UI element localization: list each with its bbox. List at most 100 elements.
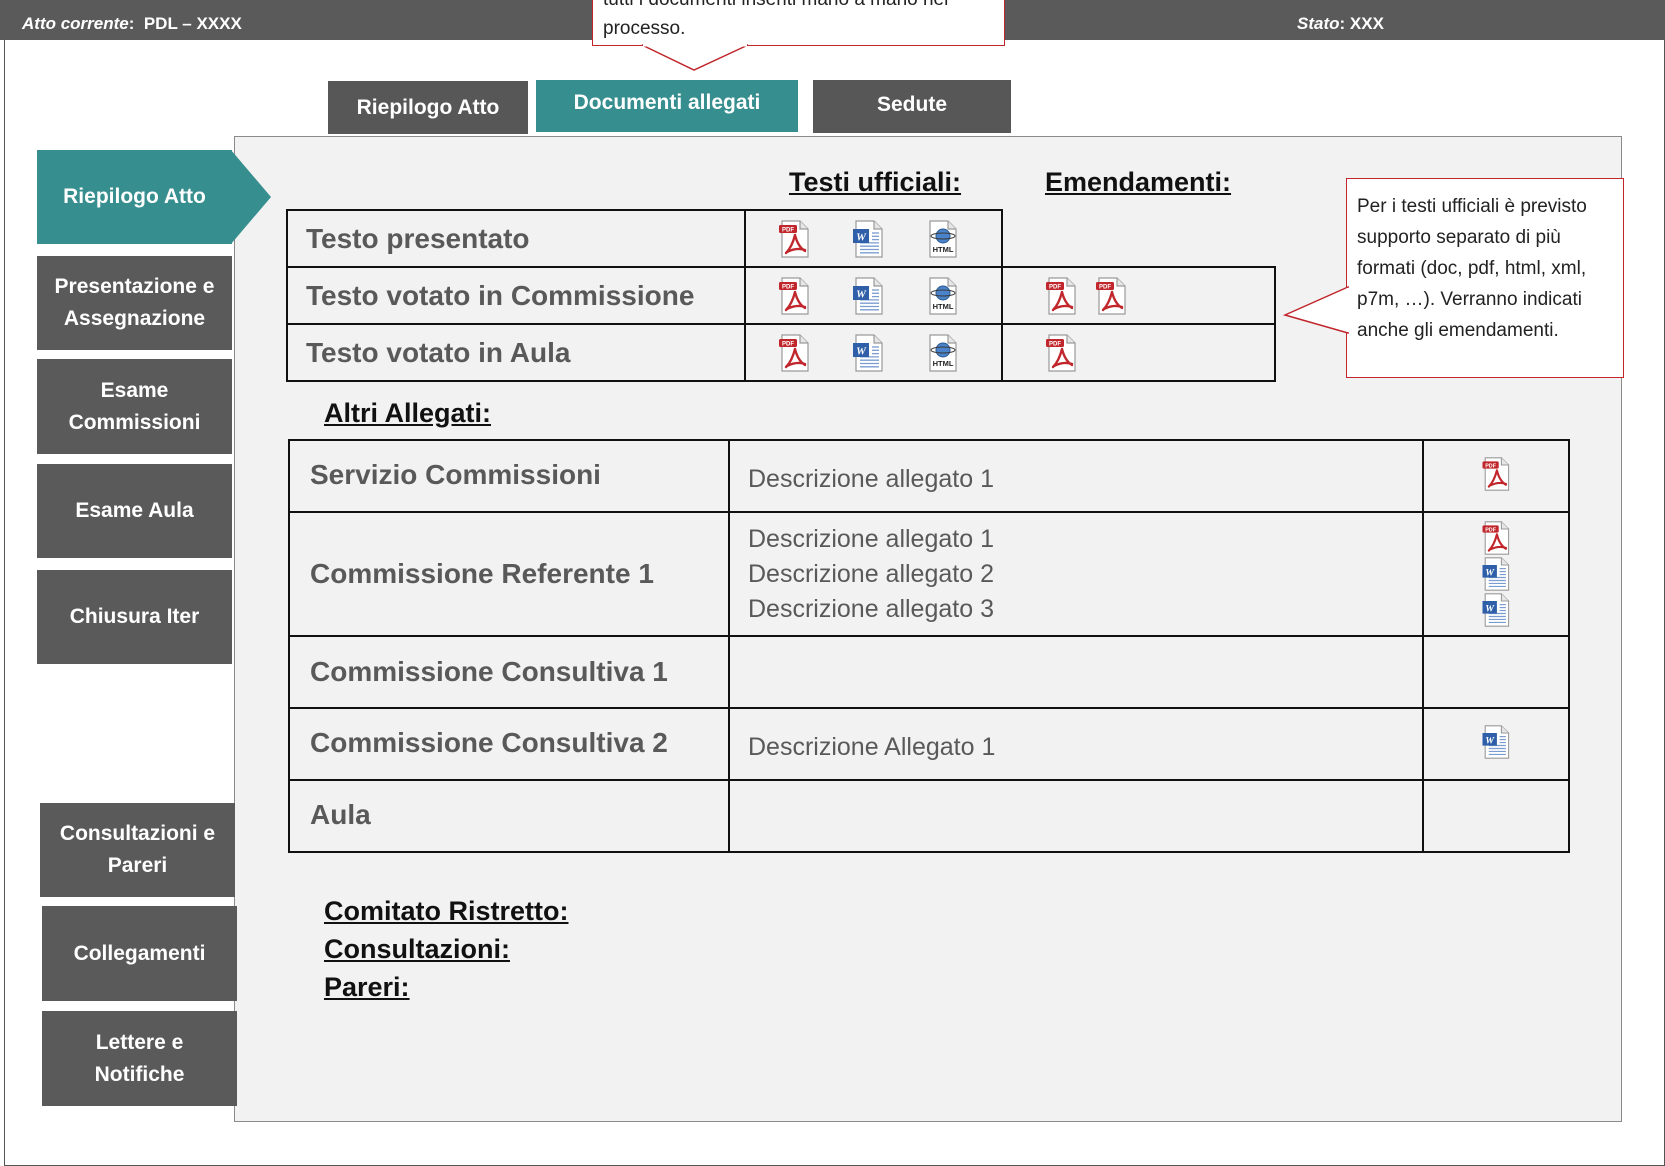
- attachment-file-cell: [1422, 635, 1570, 709]
- svg-text:W: W: [856, 231, 867, 243]
- official-formats-cell: PDF W HTML: [744, 323, 1003, 382]
- file-icons: PDF W W: [1424, 520, 1568, 628]
- official-amend-cell: PDF PDF: [1001, 266, 1276, 325]
- sidebar-item-esame-aula[interactable]: Esame Aula: [37, 464, 232, 558]
- status: Stato: XXX: [1297, 14, 1384, 33]
- current-act-label: Atto corrente: [22, 14, 129, 33]
- heading-altri-allegati: Altri Allegati:: [324, 398, 492, 428]
- sidebar-item-consultazioni-pareri[interactable]: Consultazioni e Pareri: [40, 803, 235, 897]
- table-row: Servizio Commissioni Descrizione allegat…: [288, 439, 1570, 513]
- right-callout-pointer: [1283, 285, 1349, 334]
- sidebar-item-label: Collegamenti: [73, 941, 206, 965]
- svg-text:PDF: PDF: [782, 341, 794, 347]
- current-act-value: PDL – XXXX: [143, 14, 242, 33]
- html-file-icon[interactable]: HTML: [924, 219, 960, 259]
- attachment-desc: Descrizione Allegato 1: [748, 733, 996, 761]
- svg-text:W: W: [1485, 603, 1495, 614]
- svg-text:PDF: PDF: [1485, 527, 1496, 533]
- sidebar-item-label: Chiusura Iter: [69, 605, 200, 628]
- sidebar-item-collegamenti[interactable]: Collegamenti: [42, 906, 237, 1001]
- svg-text:PDF: PDF: [1485, 463, 1496, 469]
- table-row: Testo votato in Commissione PDF W HTML PDF…: [286, 266, 1276, 325]
- sidebar-item-label: Consultazioni e Pareri: [59, 822, 216, 877]
- sidebar-item-riepilogo-atto[interactable]: Riepilogo Atto: [37, 150, 232, 244]
- pdf-file-icon[interactable]: PDF: [776, 219, 812, 259]
- status-value: XXX: [1349, 14, 1384, 33]
- attachment-file-cell: PDF W W: [1422, 511, 1570, 637]
- icon-group: PDF W HTML: [746, 333, 1001, 373]
- sidebar-item-label: Presentazione e Assegnazione: [54, 275, 215, 330]
- official-row-label: Testo votato in Aula: [286, 323, 746, 382]
- top-callout-text: tutti i documenti inseriti mano a mano n…: [603, 0, 948, 39]
- top-callout: tutti i documenti inseriti mano a mano n…: [592, 0, 1005, 46]
- icon-group: PDF PDF: [1003, 276, 1274, 316]
- svg-text:HTML: HTML: [933, 245, 954, 254]
- attachment-desc-cell: Descrizione allegato 1: [728, 439, 1424, 513]
- heading-pareri: Pareri:: [324, 972, 410, 1002]
- doc-file-icon[interactable]: W: [850, 219, 886, 259]
- attachment-row-label: Commissione Consultiva 2: [288, 707, 730, 781]
- right-callout: Per i testi ufficiali è previsto support…: [1346, 178, 1624, 378]
- icon-group: PDF W HTML: [746, 219, 1001, 259]
- heading-testi-ufficiali: Testi ufficiali:: [789, 167, 962, 197]
- svg-text:W: W: [1485, 735, 1495, 746]
- attachment-desc: Descrizione allegato 1: [748, 524, 994, 553]
- html-file-icon[interactable]: HTML: [924, 333, 960, 373]
- sidebar-item-lettere-notifiche[interactable]: Lettere e Notifiche: [42, 1011, 237, 1106]
- doc-file-icon[interactable]: W: [1478, 556, 1514, 592]
- table-row: Aula: [288, 779, 1570, 853]
- sidebar-active-arrow: [231, 150, 271, 244]
- heading-consultazioni: Consultazioni:: [324, 934, 510, 964]
- doc-file-icon[interactable]: W: [1478, 724, 1514, 760]
- attachment-desc-cell: Descrizione allegato 1 Descrizione alleg…: [728, 511, 1424, 637]
- attachments-table: Servizio Commissioni Descrizione allegat…: [288, 439, 1570, 853]
- pdf-file-icon[interactable]: PDF: [1043, 333, 1079, 373]
- current-act: Atto corrente: PDL – XXXX: [22, 14, 242, 33]
- doc-file-icon[interactable]: W: [850, 333, 886, 373]
- tab-riepilogo-atto[interactable]: Riepilogo Atto: [328, 81, 528, 134]
- pdf-file-icon[interactable]: PDF: [776, 276, 812, 316]
- pdf-file-icon[interactable]: PDF: [1093, 276, 1129, 316]
- svg-text:PDF: PDF: [782, 284, 794, 290]
- svg-text:PDF: PDF: [782, 227, 794, 233]
- html-file-icon[interactable]: HTML: [924, 276, 960, 316]
- attachment-desc: Descrizione allegato 3: [748, 594, 994, 623]
- official-row-label: Testo votato in Commissione: [286, 266, 746, 325]
- tab-documenti-allegati[interactable]: Documenti allegati: [536, 80, 798, 132]
- heading-comitato-ristretto: Comitato Ristretto:: [324, 896, 569, 926]
- attachment-file-cell: W: [1422, 707, 1570, 781]
- attachment-row-label: Commissione Referente 1: [288, 511, 730, 637]
- official-amend-cell: PDF: [1001, 323, 1276, 382]
- file-icons: PDF: [1424, 456, 1568, 492]
- doc-file-icon[interactable]: W: [850, 276, 886, 316]
- svg-text:PDF: PDF: [1049, 341, 1061, 347]
- sidebar-item-label: Riepilogo Atto: [63, 185, 206, 208]
- heading-emendamenti: Emendamenti:: [1045, 167, 1232, 197]
- table-row: Testo presentato PDF W HTML: [286, 209, 1275, 268]
- attachment-desc: Descrizione allegato 2: [748, 559, 994, 588]
- sidebar-item-presentazione-assegnazione[interactable]: Presentazione e Assegnazione: [37, 256, 232, 350]
- sidebar-item-chiusura-iter[interactable]: Chiusura Iter: [37, 570, 232, 664]
- table-row: Commissione Consultiva 1: [288, 635, 1570, 709]
- pdf-file-icon[interactable]: PDF: [1478, 456, 1514, 492]
- sidebar-item-esame-commissioni[interactable]: Esame Commissioni: [37, 359, 232, 454]
- pdf-file-icon[interactable]: PDF: [1043, 276, 1079, 316]
- doc-file-icon[interactable]: W: [1478, 592, 1514, 628]
- attachment-row-label: Servizio Commissioni: [288, 439, 730, 513]
- official-texts-table: Testo presentato PDF W HTML Testo votato i…: [286, 209, 1276, 382]
- table-row: Testo votato in Aula PDF W HTML PDF: [286, 323, 1276, 382]
- tab-sedute[interactable]: Sedute: [813, 80, 1011, 133]
- attachment-file-cell: [1422, 779, 1570, 853]
- attachment-desc: Descrizione allegato 1: [748, 465, 994, 493]
- attachment-file-cell: PDF: [1422, 439, 1570, 513]
- status-label: Stato: [1297, 14, 1340, 33]
- sidebar-item-label: Esame Commissioni: [68, 378, 201, 434]
- pdf-file-icon[interactable]: PDF: [776, 333, 812, 373]
- svg-text:PDF: PDF: [1049, 284, 1061, 290]
- pdf-file-icon[interactable]: PDF: [1478, 520, 1514, 556]
- file-icons: W: [1424, 724, 1568, 760]
- attachment-desc-cell: Descrizione Allegato 1: [728, 707, 1424, 781]
- official-row-label: Testo presentato: [286, 209, 746, 268]
- attachment-row-label: Aula: [288, 779, 730, 853]
- official-formats-cell: PDF W HTML: [744, 209, 1003, 268]
